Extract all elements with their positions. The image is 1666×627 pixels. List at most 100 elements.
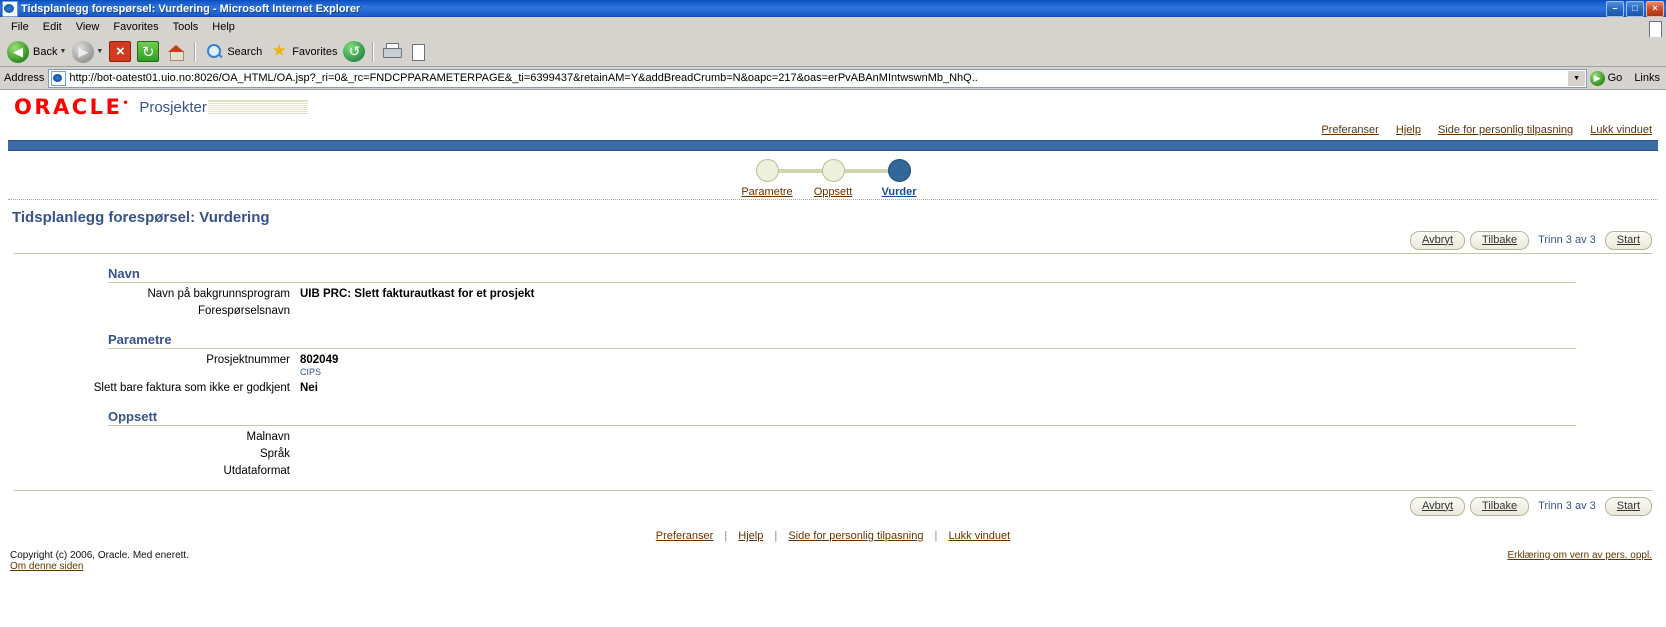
refresh-icon (137, 41, 160, 62)
forward-chevron-down-icon[interactable]: ▼ (96, 48, 103, 55)
global-link-preferanser[interactable]: Preferanser (1321, 124, 1378, 136)
cancel-button-top[interactable]: Avbryt (1410, 230, 1466, 250)
star-icon: ★ (271, 41, 287, 60)
about-page-link[interactable]: Om denne siden (10, 561, 83, 572)
window-controls: – □ × (1606, 0, 1666, 17)
maximize-button[interactable]: □ (1626, 0, 1644, 17)
footer-separator-2: | (774, 530, 778, 542)
back-button-top[interactable]: Tilbake (1470, 230, 1530, 250)
print-button[interactable] (378, 40, 406, 64)
menu-item-file[interactable]: File (4, 20, 36, 34)
train-circle-oppsett[interactable] (821, 159, 845, 182)
value-prosjektnummer: 802049 (300, 354, 339, 366)
history-button[interactable] (340, 40, 368, 64)
section-gap-2 (0, 394, 1666, 409)
header-accent-bar (8, 140, 1658, 151)
label-malnavn: Malnavn (246, 431, 290, 443)
links-button[interactable]: Links (1628, 72, 1666, 84)
section-heading-parametre: Parametre (108, 332, 172, 347)
submit-button-bottom[interactable]: Start (1604, 496, 1652, 516)
go-button[interactable]: ▶ Go (1587, 70, 1629, 86)
window-title: Tidsplanlegg forespørsel: Vurdering - Mi… (21, 2, 361, 15)
home-icon (165, 41, 187, 62)
label-spraak: Språk (259, 448, 290, 460)
close-button[interactable]: × (1646, 0, 1664, 17)
footer-link-preferanser[interactable]: Preferanser (656, 530, 713, 542)
footer-link-lukk-vinduet[interactable]: Lukk vinduet (948, 530, 1010, 542)
row-forespoerselsnavn: Forespørselsnavn (0, 305, 1666, 317)
home-button[interactable] (162, 40, 190, 64)
redacted-user-context (207, 100, 308, 114)
global-link-personlig-tilpasning[interactable]: Side for personlig tilpasning (1438, 124, 1573, 136)
value-group-prosjektnummer: 802049 CIPS (300, 354, 338, 377)
row-malnavn: Malnavn (0, 431, 1666, 443)
global-links: Preferanser Hjelp Side for personlig til… (0, 124, 1666, 138)
train-label-vurder: Vurder (881, 186, 917, 198)
global-link-lukk-vinduet[interactable]: Lukk vinduet (1590, 124, 1652, 136)
section-oppsett: Oppsett Malnavn Språk Utdataformat (0, 409, 1666, 477)
step-indicator-bottom: Trinn 3 av 3 (1538, 500, 1596, 512)
label-utdataformat: Utdataformat (223, 465, 290, 477)
menu-item-favorites[interactable]: Favorites (106, 20, 165, 34)
top-button-row: Avbryt Tilbake Trinn 3 av 3 Start (0, 229, 1666, 251)
back-button[interactable]: ◀ Back ▼ (4, 40, 69, 64)
menu-item-help[interactable]: Help (205, 20, 242, 34)
footer-link-personlig-tilpasning[interactable]: Side for personlig tilpasning (788, 530, 923, 542)
address-input[interactable]: http://bot-oatest01.uio.no:8026/OA_HTML/… (48, 68, 1587, 88)
edit-page-icon (409, 41, 431, 62)
menu-item-view[interactable]: View (69, 20, 107, 34)
cancel-button-bottom[interactable]: Avbryt (1410, 496, 1466, 516)
stop-icon (109, 41, 132, 62)
ie-app-icon (2, 0, 18, 17)
label-prosjektnummer: Prosjektnummer (206, 354, 290, 366)
train-circle-parametre[interactable] (755, 159, 779, 182)
address-url-text: http://bot-oatest01.uio.no:8026/OA_HTML/… (69, 72, 978, 84)
privacy-statement-link[interactable]: Erklæring om vern av pers. oppl. (1507, 550, 1652, 561)
back-arrow-icon: ◀ (7, 40, 29, 63)
global-link-hjelp[interactable]: Hjelp (1396, 124, 1421, 136)
menu-item-tools[interactable]: Tools (166, 20, 206, 34)
favorites-label: Favorites (292, 45, 338, 58)
row-utdataformat: Utdataformat (0, 465, 1666, 477)
footer-link-hjelp[interactable]: Hjelp (738, 530, 763, 542)
copyright-text: Copyright (c) 2006, Oracle. Med enerett. (10, 550, 189, 561)
history-icon (343, 41, 366, 62)
section-rule-oppsett (108, 425, 1576, 426)
row-spraak: Språk (0, 448, 1666, 460)
label-navn-bakgrunnsprogram: Navn på bakgrunnsprogram (147, 288, 290, 300)
page-title: Tidsplanlegg forespørsel: Vurdering (12, 209, 270, 226)
minimize-button[interactable]: – (1606, 0, 1624, 17)
footer-separator-3: | (934, 530, 938, 542)
train-step-oppsett[interactable]: Oppsett (800, 159, 899, 198)
row-slett-bare-faktura: Slett bare faktura som ikke er godkjent … (0, 382, 1666, 394)
menu-item-edit[interactable]: Edit (36, 20, 69, 34)
refresh-button[interactable] (134, 40, 162, 64)
section-heading-oppsett: Oppsett (108, 409, 158, 424)
favorites-button[interactable]: ★ Favorites (265, 40, 340, 64)
copyright-row: Copyright (c) 2006, Oracle. Med enerett.… (0, 542, 1666, 572)
footer-links: Preferanser | Hjelp | Side for personlig… (0, 517, 1666, 542)
submit-button-top[interactable]: Start (1604, 230, 1652, 250)
forward-button[interactable]: ▶ ▼ (69, 40, 106, 64)
back-label: Back (33, 45, 58, 58)
bottom-rule (14, 490, 1652, 491)
page-content: ORACLE• Prosjekter Preferanser Hjelp Sid… (0, 90, 1666, 599)
stop-button[interactable] (106, 40, 134, 64)
address-label: Address (4, 72, 45, 84)
chevron-down-icon[interactable]: ▼ (59, 48, 66, 55)
address-dropdown-icon[interactable]: ▼ (1567, 70, 1585, 86)
forward-arrow-icon: ▶ (72, 40, 95, 63)
step-indicator-top: Trinn 3 av 3 (1538, 234, 1596, 246)
row-navn-bakgrunnsprogram: Navn på bakgrunnsprogram UIB PRC: Slett … (0, 288, 1666, 300)
train-label-oppsett[interactable]: Oppsett (814, 186, 853, 198)
section-navn: Navn Navn på bakgrunnsprogram UIB PRC: S… (0, 266, 1666, 317)
train-step-parametre[interactable]: Parametre (734, 159, 833, 198)
search-button[interactable]: Search (200, 40, 265, 64)
label-forespoerselsnavn: Forespørselsnavn (197, 305, 290, 317)
back-button-bottom[interactable]: Tilbake (1470, 496, 1530, 516)
edit-button[interactable] (406, 40, 434, 64)
train-label-parametre[interactable]: Parametre (741, 186, 792, 198)
subvalue-prosjektnummer: CIPS (300, 367, 322, 377)
bottom-button-row: Avbryt Tilbake Trinn 3 av 3 Start (0, 495, 1666, 517)
menubar-branding-icon (1646, 18, 1664, 38)
